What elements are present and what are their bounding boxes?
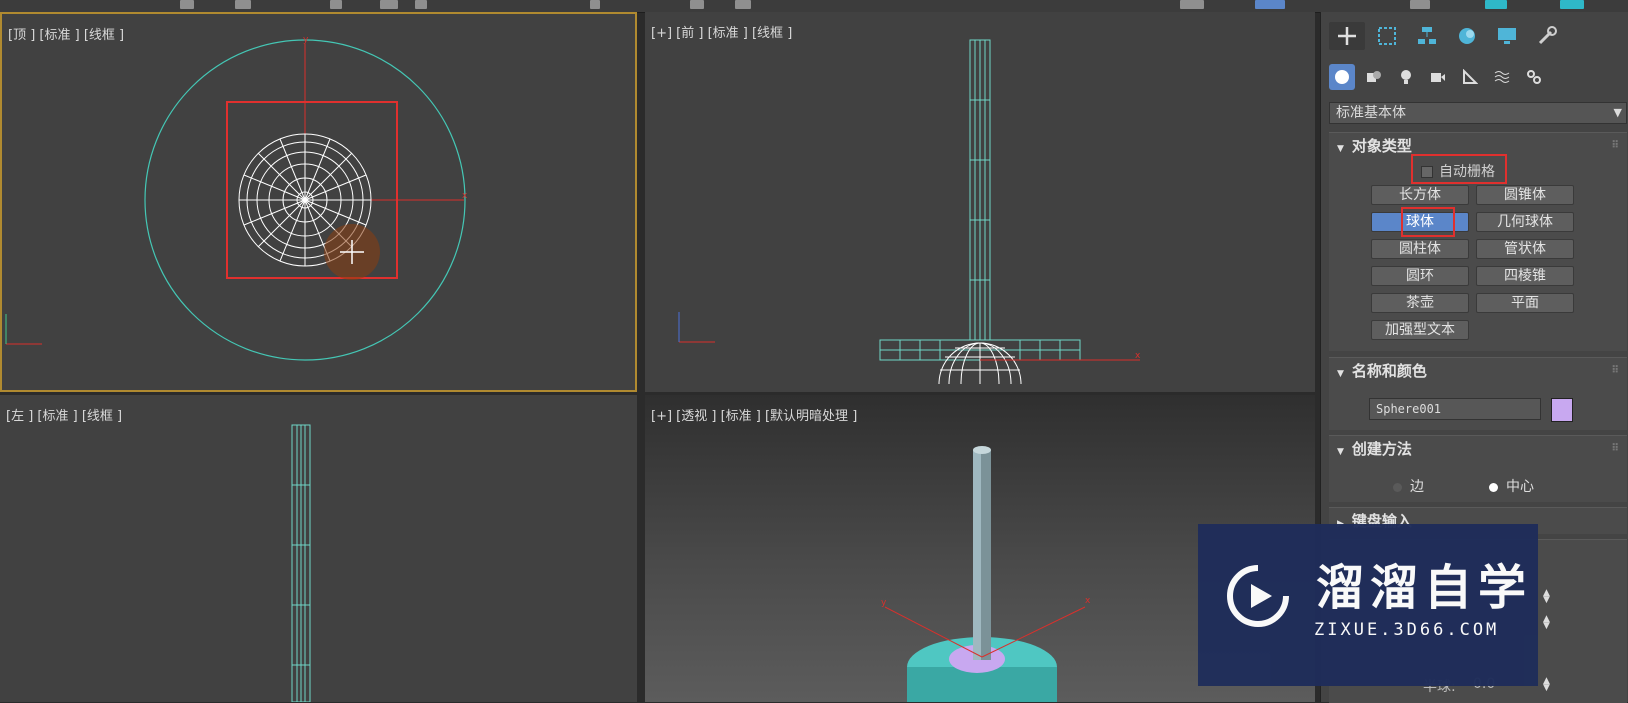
rollout-creation-method: ▼ 创建方法 ⠿ 边 中心 [1329, 435, 1627, 502]
collapse-triangle-icon: ▼ [1337, 369, 1344, 379]
object-name-field[interactable]: Sphere001 [1369, 398, 1541, 420]
spinner-arrows-icon[interactable]: ▲ ▼ [1543, 677, 1553, 693]
toolbar-icon[interactable] [180, 0, 194, 9]
toolbar-icon[interactable] [330, 0, 342, 9]
create-icon[interactable] [1329, 22, 1365, 50]
watermark-overlay: 溜溜自学 ZIXUE.3D66.COM [1198, 524, 1538, 686]
toolbar-icon[interactable] [1560, 0, 1584, 9]
radio-dot[interactable] [1393, 482, 1402, 492]
rollout-header[interactable]: ▼ 名称和颜色 ⠿ [1329, 358, 1627, 384]
systems-icon[interactable] [1521, 64, 1547, 90]
rollout-name-color: ▼ 名称和颜色 ⠿ Sphere001 [1329, 357, 1627, 430]
tube-button[interactable]: 管状体 [1476, 239, 1574, 259]
textplus-button[interactable]: 加强型文本 [1371, 320, 1469, 340]
radio-center[interactable]: 中心 [1489, 476, 1534, 496]
object-category-tabs [1329, 64, 1547, 90]
toolbar-icon[interactable] [1255, 0, 1285, 9]
geosphere-button[interactable]: 几何球体 [1476, 212, 1574, 232]
cameras-icon[interactable] [1425, 64, 1451, 90]
lights-icon[interactable] [1393, 64, 1419, 90]
toolbar-icon[interactable] [1180, 0, 1204, 9]
motion-icon[interactable] [1449, 22, 1485, 50]
drag-handle-icon[interactable]: ⠿ [1611, 358, 1619, 384]
collapse-triangle-icon: ▼ [1337, 447, 1344, 457]
cone-button[interactable]: 圆锥体 [1476, 185, 1574, 205]
toolbar-icon[interactable] [235, 0, 251, 9]
top-view-scene: y x [5, 35, 468, 361]
front-view-scene: x [678, 39, 1141, 385]
rollout-object-type: ▼ 对象类型 ⠿ 自动栅格 长方体 圆锥体 球体 几何球体 圆柱体 管状体 圆环 … [1329, 132, 1627, 351]
drag-handle-icon[interactable]: ⠿ [1611, 133, 1619, 159]
chevron-down-icon: ▼ [1613, 106, 1622, 119]
object-color-swatch[interactable] [1551, 398, 1573, 422]
teapot-button[interactable]: 茶壶 [1371, 293, 1469, 313]
svg-text:y: y [881, 598, 887, 608]
toolbar-icon[interactable] [415, 0, 427, 9]
watermark-title: 溜溜自学 [1316, 560, 1533, 616]
category-value: 标准基本体 [1336, 105, 1406, 121]
spinner-arrows-icon[interactable]: ▲ ▼ [1543, 615, 1553, 631]
command-panel-tabs [1329, 22, 1565, 50]
svg-text:x: x [1085, 596, 1091, 606]
utilities-icon[interactable] [1529, 22, 1565, 50]
modify-icon[interactable] [1369, 22, 1405, 50]
radio-dot[interactable] [1489, 482, 1498, 492]
svg-text:y: y [303, 35, 309, 45]
radio-edge[interactable]: 边 [1393, 476, 1424, 496]
cylinder-button[interactable]: 圆柱体 [1371, 239, 1469, 259]
viewport-left[interactable]: [左 ] [标准 ] [线框 ] [0, 395, 637, 702]
toolbar-icon[interactable] [1485, 0, 1507, 9]
spacewarps-icon[interactable] [1489, 64, 1515, 90]
torus-button[interactable]: 圆环 [1371, 266, 1469, 286]
watermark-subtitle: ZIXUE.3D66.COM [1314, 620, 1500, 640]
viewport-front[interactable]: [+] [前 ] [标准 ] [线框 ] x [645, 12, 1315, 392]
hierarchy-icon[interactable] [1409, 22, 1445, 50]
spinner-arrows-icon[interactable]: ▲ ▼ [1543, 589, 1553, 605]
collapse-triangle-icon: ▼ [1337, 144, 1344, 154]
box-button[interactable]: 长方体 [1371, 185, 1469, 205]
shapes-icon[interactable] [1361, 64, 1387, 90]
svg-text:x: x [462, 191, 468, 201]
svg-text:x: x [1135, 351, 1141, 361]
rollout-header[interactable]: ▼ 创建方法 ⠿ [1329, 436, 1627, 462]
display-icon[interactable] [1489, 22, 1525, 50]
highlight-sphere [1401, 207, 1455, 237]
pyramid-button[interactable]: 四棱锥 [1476, 266, 1574, 286]
toolbar-icon[interactable] [380, 0, 398, 9]
watermark-play-logo-icon [1227, 565, 1289, 627]
toolbar-icon[interactable] [735, 0, 751, 9]
viewport-top[interactable]: [顶 ] [标准 ] [线框 ] y x [0, 12, 637, 392]
drag-handle-icon[interactable]: ⠿ [1611, 436, 1619, 462]
plane-button[interactable]: 平面 [1476, 293, 1574, 313]
category-dropdown[interactable]: 标准基本体 ▼ [1329, 102, 1627, 124]
toolbar-icon[interactable] [590, 0, 600, 9]
geometry-icon[interactable] [1329, 64, 1355, 90]
toolbar-icon[interactable] [1410, 0, 1430, 9]
helpers-icon[interactable] [1457, 64, 1483, 90]
toolbar-icon[interactable] [690, 0, 704, 9]
highlight-autogrid [1411, 154, 1507, 184]
left-view-scene [291, 424, 311, 702]
